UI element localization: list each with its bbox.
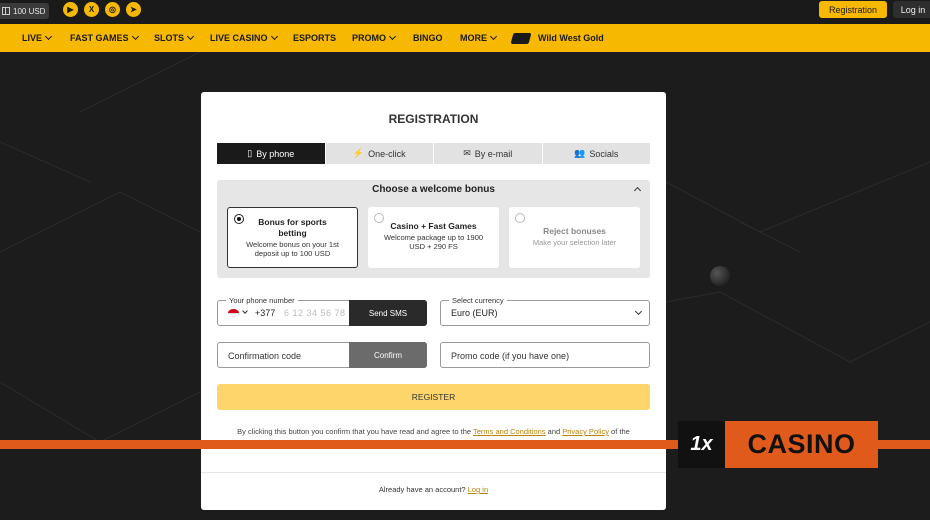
phone-field[interactable]: Your phone number +377 6 12 34 56 78 Sen… [217,296,427,326]
chevron-down-icon [270,32,278,41]
chevron-down-icon [44,32,53,41]
youtube-icon[interactable]: ▶ [63,2,78,17]
logo-word: CASINO [725,421,878,468]
logo-mark: 1x [678,421,725,468]
nav-item-promo[interactable]: PROMO [352,24,397,52]
radio-button[interactable] [374,213,384,223]
chevron-down-icon [489,32,498,41]
nav-item-slots[interactable]: SLOTS [154,24,195,52]
terms-link[interactable]: Terms and Conditions [473,427,546,436]
modal-title: REGISTRATION [388,112,479,126]
register-button[interactable]: REGISTER [217,384,650,410]
send-sms-button[interactable]: Send SMS [349,300,427,326]
terms-notice: By clicking this button you confirm that… [237,427,630,436]
lightning-icon: ⚡ [352,148,365,158]
currency-value: Euro (EUR) [451,308,498,318]
registration-button[interactable]: Registration [819,1,887,18]
envelope-icon: ✉ [463,148,471,158]
telegram-icon[interactable]: ➤ [126,2,141,17]
instagram-icon[interactable]: ◎ [105,2,120,17]
x-icon[interactable]: X [84,2,99,17]
tab-by-email[interactable]: ✉ By e-mail [434,143,543,164]
login-prompt: Already have an account? Log in [378,485,489,494]
slot-game-icon [510,32,532,44]
decorative-orb [710,266,730,286]
bonus-chip[interactable]: 100 USD [0,3,50,19]
confirm-button[interactable]: Confirm [349,342,427,368]
nav-item-fast-games[interactable]: FAST GAMES [70,24,139,52]
nav-item-esports[interactable]: ESPORTS [293,24,336,52]
users-icon: 👥 [574,148,586,158]
chevron-down-icon[interactable] [242,308,248,314]
casino-logo: 1x CASINO [678,421,878,468]
phone-label: Your phone number [226,296,298,305]
bonus-heading: Choose a welcome bonus [372,184,495,195]
nav-item-wild-west-gold[interactable]: Wild West Gold [510,24,604,52]
monaco-flag-icon[interactable] [228,309,239,317]
chevron-down-icon [388,32,397,41]
currency-select[interactable]: Select currency Euro (EUR) [440,296,650,326]
bonus-amount: 100 USD [13,6,46,16]
chevron-down-icon [186,32,195,41]
nav-item-more[interactable]: MORE [460,24,498,52]
divider [201,472,666,473]
tab-one-click[interactable]: ⚡ One-click [326,143,434,164]
radio-button[interactable] [515,213,525,223]
login-button[interactable]: Log in [893,1,930,18]
nav-item-live-casino[interactable]: LIVE CASINO [210,24,278,52]
nav-item-live[interactable]: LIVE [22,24,53,52]
privacy-link[interactable]: Privacy Policy [562,427,609,436]
phone-icon: ▯ [247,148,253,158]
top-bar: 100 USD ▶ X ◎ ➤ Registration Log in [0,0,930,24]
tab-socials[interactable]: 👥 Socials [543,143,651,164]
social-links: ▶ X ◎ ➤ [63,2,141,17]
welcome-bonus-panel: Choose a welcome bonus Bonus for sports … [217,180,650,278]
bonus-option-reject[interactable]: Reject bonuses Make your selection later [509,207,640,268]
confirmation-code-field[interactable]: Confirmation code Confirm [217,342,427,368]
chevron-down-icon [634,307,643,316]
promo-input[interactable]: Promo code (if you have one) [451,351,569,361]
nav-item-bingo[interactable]: BINGO [413,24,443,52]
bonus-option-casino[interactable]: Casino + Fast Games Welcome package up t… [368,207,499,268]
login-link[interactable]: Log in [468,485,488,494]
currency-label: Select currency [449,296,507,305]
confirmation-input[interactable]: Confirmation code [228,351,301,361]
tab-by-phone[interactable]: ▯ By phone [217,143,326,164]
registration-tabs: ▯ By phone ⚡ One-click ✉ By e-mail 👥 Soc… [217,143,650,164]
radio-button[interactable] [234,214,244,224]
phone-input[interactable]: 6 12 34 56 78 [284,308,346,318]
bonus-option-sports[interactable]: Bonus for sports betting Welcome bonus o… [227,207,358,268]
main-nav: LIVE FAST GAMES SLOTS LIVE CASINO ESPORT… [0,24,930,52]
chevron-down-icon [131,32,139,41]
promo-code-field[interactable]: Promo code (if you have one) [440,342,650,368]
country-code: +377 [255,308,276,318]
gift-icon [2,7,10,15]
